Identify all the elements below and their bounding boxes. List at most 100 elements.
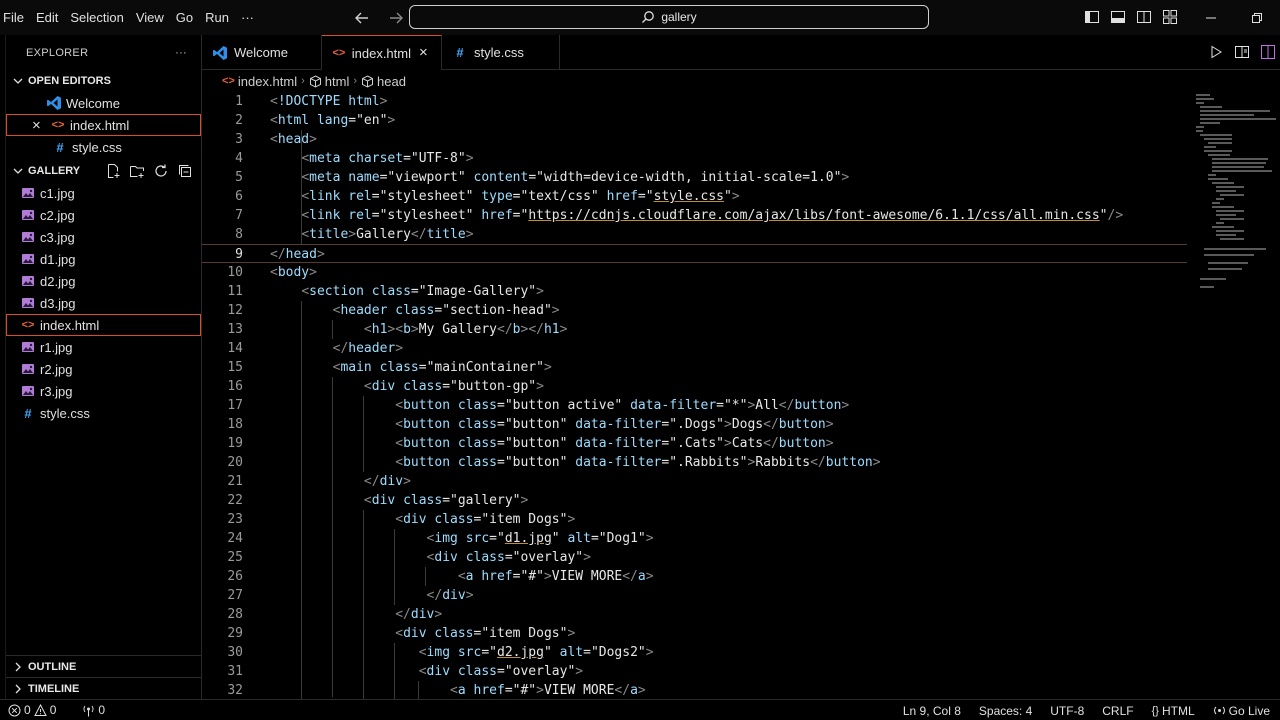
file-item[interactable]: d2.jpg	[6, 270, 201, 292]
code-text: </head>	[270, 247, 325, 262]
code-editor[interactable]: 1 <!DOCTYPE html> 2 <html lang="en"> 3 <head>…	[202, 92, 1280, 699]
tab-style-css[interactable]: # style.css	[442, 35, 560, 70]
line-number: 15	[227, 360, 243, 375]
toggle-primary-sidebar-icon[interactable]	[1084, 9, 1100, 25]
line-number: 10	[227, 265, 243, 280]
new-folder-icon[interactable]	[129, 163, 145, 179]
code-line: 10 <body>	[202, 263, 1192, 282]
code-line: 4 <meta charset="UTF-8">	[202, 149, 1192, 168]
tab-list: Welcome <> index.html × # style.css	[202, 35, 560, 70]
code-text: <meta name="viewport" content="width=dev…	[301, 170, 850, 185]
file-label: r1.jpg	[40, 339, 73, 355]
file-item[interactable]: c1.jpg	[6, 182, 201, 204]
minimap[interactable]	[1196, 92, 1276, 302]
tab-label: Welcome	[234, 45, 288, 60]
menu-run[interactable]: Run	[199, 0, 235, 35]
file-item[interactable]: c3.jpg	[6, 226, 201, 248]
code-line: 5 <meta name="viewport" content="width=d…	[202, 168, 1192, 187]
line-number: 30	[227, 645, 243, 660]
restore-button[interactable]	[1234, 0, 1280, 35]
line-number: 6	[235, 189, 243, 204]
breadcrumb-head-label: head	[377, 73, 406, 89]
go-live-button[interactable]: Go Live	[1209, 704, 1274, 718]
vscode-window: File Edit Selection View Go Run ··· gallery EX…	[0, 0, 1280, 720]
code-line: 16 <div class="button-gp">	[202, 377, 1192, 396]
collapse-all-icon[interactable]	[177, 163, 193, 179]
warning-count: 0	[49, 703, 57, 717]
gallery-folder-header[interactable]: GALLERY	[6, 160, 201, 182]
customize-layout-icon[interactable]	[1162, 9, 1178, 25]
html-icon: <>	[222, 75, 235, 87]
layout-controls	[1084, 9, 1178, 25]
menu-edit[interactable]: Edit	[30, 0, 64, 35]
file-item[interactable]: c2.jpg	[6, 204, 201, 226]
indentation[interactable]: Spaces: 4	[975, 704, 1036, 718]
end-of-line[interactable]: CRLF	[1098, 704, 1137, 718]
close-icon[interactable]: ×	[32, 117, 46, 134]
forward-arrow-icon[interactable]	[386, 8, 406, 28]
open-editors-header[interactable]: OPEN EDITORS	[6, 70, 201, 92]
file-item[interactable]: r2.jpg	[6, 358, 201, 380]
minimize-button[interactable]	[1188, 0, 1234, 35]
css-icon: #	[24, 405, 32, 421]
code-line: 1 <!DOCTYPE html>	[202, 92, 1192, 111]
file-label: c3.jpg	[40, 229, 75, 245]
code-text: <head>	[270, 132, 317, 147]
code-text: </div>	[363, 474, 411, 489]
tab-welcome[interactable]: Welcome	[202, 35, 322, 70]
split-editor-icon[interactable]	[1260, 44, 1276, 60]
back-arrow-icon[interactable]	[352, 8, 372, 28]
code-text: <div class="item Dogs">	[395, 626, 576, 641]
timeline-section-header[interactable]: TIMELINE	[6, 677, 202, 699]
explorer-more-actions[interactable]: ···	[175, 47, 187, 59]
toggle-panel-icon[interactable]	[1110, 9, 1126, 25]
ports-indicator[interactable]: 0	[78, 703, 109, 717]
open-editor-item[interactable]: # style.css	[6, 136, 201, 158]
line-number: 12	[227, 303, 243, 318]
toggle-secondary-sidebar-icon[interactable]	[1136, 9, 1152, 25]
menu-selection[interactable]: Selection	[64, 0, 129, 35]
open-editor-item[interactable]: × <> index.html	[6, 114, 201, 136]
cursor-position[interactable]: Ln 9, Col 8	[899, 704, 965, 718]
explorer-title: EXPLORER	[26, 46, 89, 59]
open-editor-item[interactable]: Welcome	[6, 92, 201, 114]
command-center-search[interactable]: gallery	[409, 5, 929, 29]
run-icon[interactable]	[1208, 44, 1224, 60]
code-line: 7 <link rel="stylesheet" href="https://c…	[202, 206, 1192, 225]
code-line: 32 <a href="#">VIEW MORE</a>	[202, 681, 1192, 699]
image-icon	[20, 185, 36, 201]
status-right: Ln 9, Col 8 Spaces: 4 UTF-8 CRLF {} HTML…	[899, 700, 1274, 720]
encoding[interactable]: UTF-8	[1046, 704, 1088, 718]
image-icon	[20, 229, 36, 245]
new-file-icon[interactable]	[105, 163, 121, 179]
file-item[interactable]: d1.jpg	[6, 248, 201, 270]
line-number: 19	[227, 436, 243, 451]
file-item[interactable]: d3.jpg	[6, 292, 201, 314]
problems-indicator[interactable]: 0 0	[4, 703, 60, 717]
file-item[interactable]: r3.jpg	[6, 380, 201, 402]
menu-view[interactable]: View	[130, 0, 170, 35]
refresh-icon[interactable]	[153, 163, 169, 179]
outline-section-header[interactable]: OUTLINE	[6, 655, 202, 677]
tab-index-html[interactable]: <> index.html ×	[322, 35, 442, 70]
code-text: <div class="gallery">	[363, 493, 529, 508]
navigation-arrows	[352, 8, 406, 28]
file-item[interactable]: r1.jpg	[6, 336, 201, 358]
breadcrumb-head-element[interactable]: head	[361, 74, 406, 89]
close-icon[interactable]: ×	[419, 45, 431, 60]
menu-file[interactable]: File	[0, 0, 30, 35]
status-left: 0 0 0	[0, 703, 109, 717]
language-mode[interactable]: {} HTML	[1148, 704, 1199, 718]
breadcrumb-file[interactable]: <> index.html	[222, 74, 297, 89]
code-line: 15 <main class="mainContainer">	[202, 358, 1192, 377]
code-text: <button class="button" data-filter=".Dog…	[395, 417, 834, 432]
code-line: 30 <img src="d2.jpg" alt="Dogs2">	[202, 643, 1192, 662]
open-preview-icon[interactable]	[1234, 44, 1250, 60]
breadcrumb-html-element[interactable]: html	[309, 74, 349, 89]
open-editor-label: Welcome	[66, 95, 120, 111]
menu-more[interactable]: ···	[235, 0, 260, 35]
file-item[interactable]: # style.css	[6, 402, 201, 424]
menu-go[interactable]: Go	[170, 0, 199, 35]
open-editors-list: Welcome × <> index.html # style.css	[6, 92, 201, 158]
file-item[interactable]: <> index.html	[6, 314, 201, 336]
